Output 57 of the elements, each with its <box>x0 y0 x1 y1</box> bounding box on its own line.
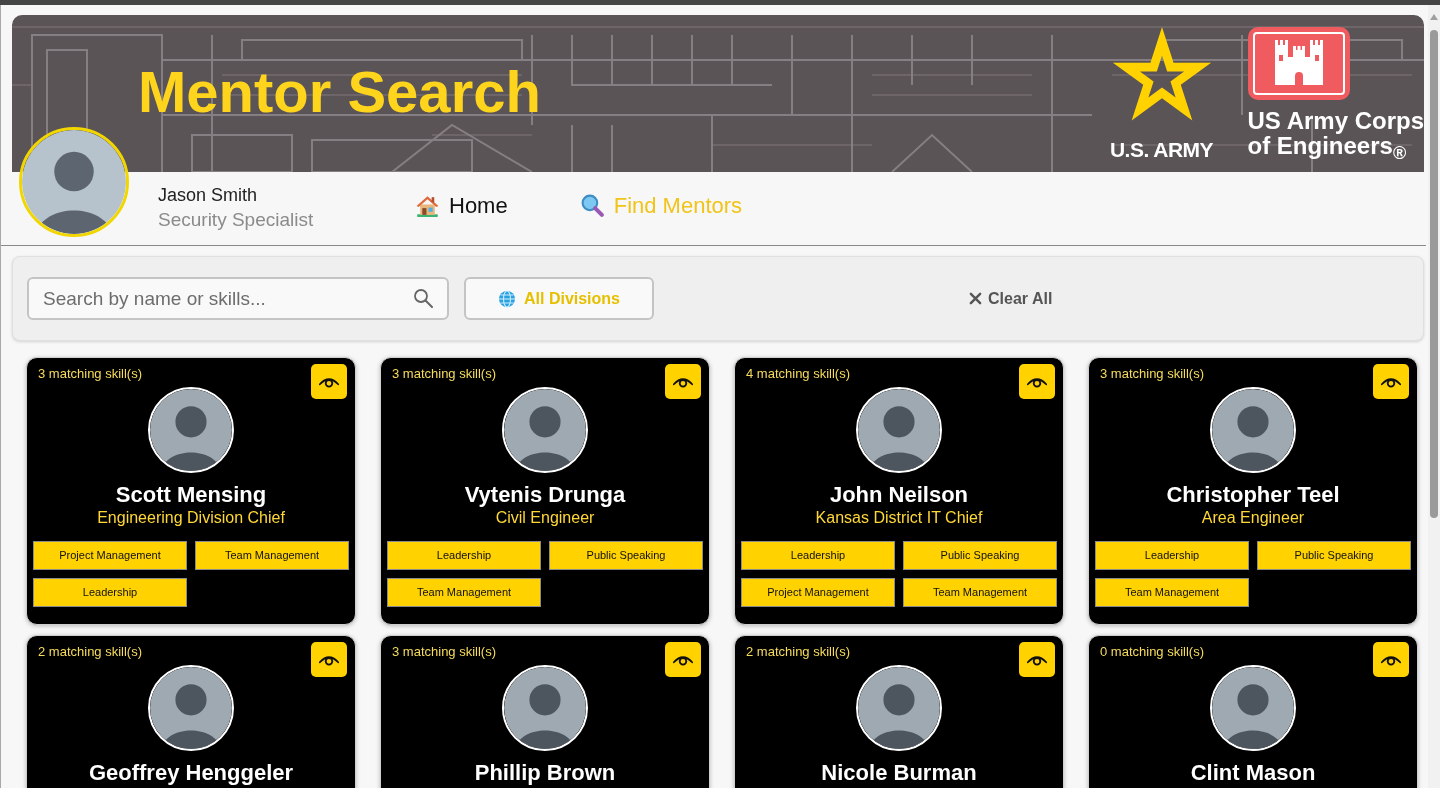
skill-tag: Team Management <box>1095 578 1249 607</box>
corps-logo-text: US Army Corps of Engineers$_{®}$ <box>1247 108 1424 158</box>
skill-tag: Leadership <box>741 541 895 570</box>
skill-tag: Leadership <box>387 541 541 570</box>
match-count: 3 matching skill(s) <box>38 366 143 382</box>
user-role: Security Specialist <box>158 208 315 232</box>
view-profile-button[interactable] <box>665 364 701 399</box>
magnifier-icon <box>579 193 605 218</box>
mentor-name: Clint Mason <box>1190 761 1316 785</box>
match-count: 2 matching skill(s) <box>746 644 851 660</box>
search-field[interactable]: Search by name or skills... <box>27 277 449 320</box>
mentor-title: Kansas District IT Chief <box>815 508 983 528</box>
search-icon <box>413 288 433 308</box>
skill-tag: Team Management <box>387 578 541 607</box>
skill-tag: Team Management <box>195 541 349 570</box>
skill-tag: Public Speaking <box>903 541 1057 570</box>
scrollbar[interactable] <box>1428 5 1440 788</box>
skill-tag: Leadership <box>1095 541 1249 570</box>
nav-link[interactable]: Home <box>415 191 508 220</box>
page-title: Mentor Search <box>138 63 541 121</box>
skill-tag: Public Speaking <box>549 541 703 570</box>
skill-tag: Project Management <box>741 578 895 607</box>
mentor-name: Geoffrey Henggeler <box>88 761 294 785</box>
mentor-name: Nicole Burman <box>821 761 977 785</box>
mentor-title: Engineering Division Chief <box>97 508 285 528</box>
view-profile-button[interactable] <box>1019 364 1055 399</box>
mentor-name: Christopher Teel <box>1166 483 1340 507</box>
mentor-name: Phillip Brown <box>474 761 616 785</box>
match-count: 2 matching skill(s) <box>38 644 143 660</box>
view-profile-button[interactable] <box>311 364 347 399</box>
skill-tag: Leadership <box>33 578 187 607</box>
match-count: 4 matching skill(s) <box>746 366 851 382</box>
globe-icon <box>498 289 516 308</box>
skill-tag: Team Management <box>903 578 1057 607</box>
mentor-name: Vytenis Drunga <box>464 483 626 507</box>
skill-tag: Public Speaking <box>1257 541 1411 570</box>
view-profile-button[interactable] <box>1373 642 1409 677</box>
user-name: Jason Smith <box>158 184 259 207</box>
house-icon <box>415 193 440 218</box>
clear-all-button[interactable]: Clear All <box>969 286 1053 311</box>
match-count: 3 matching skill(s) <box>1100 366 1205 382</box>
mentor-title: Civil Engineer <box>495 508 595 528</box>
skill-tag: Project Management <box>33 541 187 570</box>
mentor-title: Area Engineer <box>1201 508 1305 528</box>
view-profile-button[interactable] <box>665 642 701 677</box>
match-count: 0 matching skill(s) <box>1100 644 1205 660</box>
mentor-name: Scott Mensing <box>115 483 267 507</box>
view-profile-button[interactable] <box>311 642 347 677</box>
view-profile-button[interactable] <box>1019 642 1055 677</box>
match-count: 3 matching skill(s) <box>392 366 497 382</box>
castle-icon <box>1247 27 1350 100</box>
scrollbar-thumb[interactable] <box>1430 30 1438 518</box>
army-logo-text: U.S. ARMY <box>1109 139 1214 160</box>
match-count: 3 matching skill(s) <box>392 644 497 660</box>
mentor-name: John Neilson <box>829 483 969 507</box>
close-icon <box>969 292 982 305</box>
view-profile-button[interactable] <box>1373 364 1409 399</box>
